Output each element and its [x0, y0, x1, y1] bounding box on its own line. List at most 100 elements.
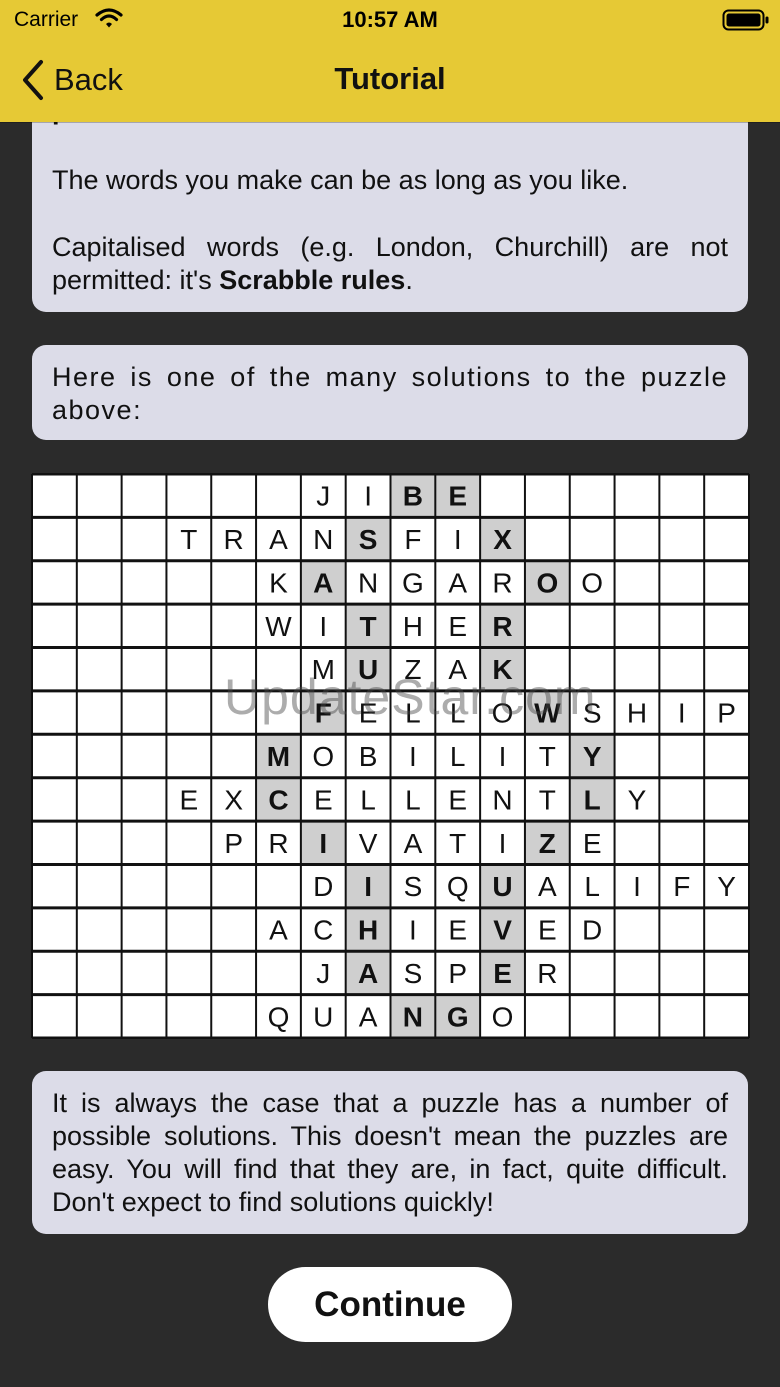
- grid-letter: E: [180, 784, 199, 815]
- grid-letter: A: [359, 1001, 378, 1032]
- grid-letter: L: [360, 784, 376, 815]
- grid-letter: N: [358, 567, 378, 598]
- scrabble-rules-emphasis: Scrabble rules: [219, 265, 406, 295]
- grid-letter: U: [492, 871, 512, 902]
- closing-card: It is always the case that a puzzle has …: [32, 1071, 748, 1234]
- grid-letter: E: [583, 828, 602, 859]
- grid-letter: Z: [539, 828, 556, 859]
- grid-letter: V: [359, 828, 378, 859]
- clock: 10:57 AM: [342, 7, 438, 32]
- grid-letter: I: [499, 828, 507, 859]
- status-bar: Carrier 10:57 AM: [0, 0, 780, 40]
- grid-letter: L: [584, 871, 600, 902]
- rules-length-text: The words you make can be as long as you…: [52, 165, 629, 195]
- grid-letter: D: [582, 915, 602, 946]
- grid-letter: P: [717, 698, 736, 729]
- grid-letter: I: [678, 698, 686, 729]
- grid-letter: T: [539, 741, 556, 772]
- grid-letter: S: [583, 698, 602, 729]
- page-title: Tutorial: [334, 61, 446, 96]
- grid-letter: A: [538, 871, 557, 902]
- grid-letter: P: [448, 958, 467, 989]
- solution-grid: J I B ET R A N S F I XK A N G A R O OW I T H E RM U Z A KF E L L O W S H I…: [31, 473, 750, 1039]
- grid-letter: S: [404, 958, 423, 989]
- grid-letter: I: [319, 828, 327, 859]
- grid-letter: R: [224, 524, 244, 555]
- grid-letter: L: [584, 784, 601, 815]
- grid-letter: K: [269, 567, 288, 598]
- grid-letter: Z: [404, 654, 421, 685]
- grid-letter: P: [224, 828, 243, 859]
- grid-letter: T: [360, 611, 377, 642]
- grid-letter: F: [315, 698, 332, 729]
- grid-letter: Y: [717, 871, 736, 902]
- rules-capitals-end: .: [405, 265, 413, 295]
- grid-letter: O: [312, 741, 334, 772]
- grid-letter: J: [316, 958, 330, 989]
- grid-letter: E: [448, 481, 467, 512]
- grid-letter: L: [405, 698, 421, 729]
- grid-letter: E: [448, 784, 467, 815]
- grid-letter: G: [447, 1001, 469, 1032]
- grid-letter: E: [493, 958, 512, 989]
- grid-letter: O: [492, 698, 514, 729]
- grid-letter: I: [319, 611, 327, 642]
- grid-letter: L: [450, 698, 466, 729]
- grid-letter: L: [405, 784, 421, 815]
- grid-letter: C: [313, 915, 333, 946]
- grid-letter: M: [312, 654, 335, 685]
- grid-letter: I: [364, 871, 372, 902]
- continue-button[interactable]: Continue: [268, 1267, 512, 1342]
- grid-letter: C: [268, 784, 288, 815]
- grid-letter: Q: [268, 1001, 290, 1032]
- grid-letter: R: [537, 958, 557, 989]
- grid-letter: B: [403, 481, 423, 512]
- navigation-bar: Back Tutorial: [0, 40, 780, 122]
- grid-letter: E: [314, 784, 333, 815]
- closing-text: It is always the case that a puzzle has …: [52, 1088, 728, 1217]
- grid-letter: I: [409, 915, 417, 946]
- grid-letter: V: [493, 915, 512, 946]
- grid-letter: A: [358, 958, 378, 989]
- grid-letter: E: [448, 611, 467, 642]
- grid-letter: B: [359, 741, 378, 772]
- grid-letter: W: [265, 611, 292, 642]
- grid-letter: A: [269, 524, 288, 555]
- grid-letter: L: [450, 741, 466, 772]
- grid-letter: A: [404, 828, 423, 859]
- grid-letter: A: [448, 654, 467, 685]
- grid-letter: W: [534, 698, 561, 729]
- grid-letter: O: [536, 567, 558, 598]
- grid-letter: N: [313, 524, 333, 555]
- grid-letter: I: [454, 524, 462, 555]
- grid-letter: G: [402, 567, 424, 598]
- grid-letter: N: [492, 784, 512, 815]
- grid-letter: I: [633, 871, 641, 902]
- grid-letter: R: [268, 828, 288, 859]
- grid-letter: Y: [583, 741, 602, 772]
- grid-letter: K: [492, 654, 512, 685]
- rules-capitals-text: Capitalised words (e.g. London, Churchil…: [52, 231, 728, 297]
- grid-letter: X: [493, 524, 512, 555]
- grid-letter: N: [403, 1001, 423, 1032]
- grid-letter: F: [404, 524, 421, 555]
- grid-letter: F: [673, 871, 690, 902]
- grid-letter: E: [538, 915, 557, 946]
- grid-letter: E: [359, 698, 378, 729]
- grid-letter: O: [492, 1001, 514, 1032]
- battery-icon: [722, 8, 770, 37]
- grid-letter: T: [180, 524, 197, 555]
- grid-letter: I: [499, 741, 507, 772]
- grid-letter: A: [448, 567, 467, 598]
- grid-letter: A: [269, 915, 288, 946]
- rules-card: present at least once. The words you mak…: [32, 90, 748, 312]
- grid-letter: U: [313, 1001, 333, 1032]
- grid-letter: D: [313, 871, 333, 902]
- grid-letter: H: [627, 698, 647, 729]
- grid-letter: H: [403, 611, 423, 642]
- grid-letter: I: [364, 481, 372, 512]
- grid-letter: A: [313, 567, 333, 598]
- grid-letter: S: [404, 871, 423, 902]
- grid-letter: O: [581, 567, 603, 598]
- grid-letter: Q: [447, 871, 469, 902]
